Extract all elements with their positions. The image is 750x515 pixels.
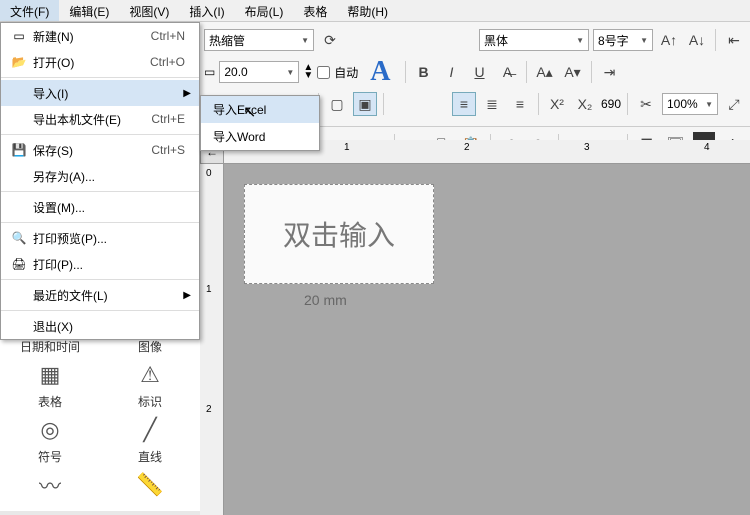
mi-settings[interactable]: 设置(M)... (1, 194, 199, 220)
mi-print[interactable]: 🖨 打印(P)... (1, 251, 199, 277)
mi-new[interactable]: ▭ 新建(N)Ctrl+N (1, 23, 199, 49)
import-submenu: 导入Excel 导入Word (200, 95, 320, 151)
mi-exit[interactable]: 退出(X) (1, 313, 199, 339)
mi-import-excel[interactable]: 导入Excel (201, 96, 319, 123)
menu-view[interactable]: 视图(V) (119, 0, 179, 21)
label-type-combo[interactable]: 热缩管▼ (204, 29, 314, 51)
auto-label: 自动 (334, 64, 358, 81)
zoom-combo[interactable]: 100%▼ (662, 93, 718, 115)
mi-recent[interactable]: 最近的文件(L)▶ (1, 282, 199, 308)
mi-save[interactable]: 💾 保存(S)Ctrl+S (1, 137, 199, 163)
superscript-icon[interactable]: X² (545, 92, 569, 116)
ruler-icon: 📏 (136, 471, 163, 499)
menu-file[interactable]: 文件(F) (0, 0, 59, 21)
file-menu-dropdown: ▭ 新建(N)Ctrl+N 📂 打开(O)Ctrl+O 导入(I)▶ 导出本机文… (0, 22, 200, 340)
tool-ruler[interactable]: 📏 (120, 471, 180, 499)
font-scale-up-icon[interactable]: A▴ (533, 60, 557, 84)
dimension-label: 20 mm (304, 292, 347, 308)
menu-edit[interactable]: 编辑(E) (59, 0, 119, 21)
print-preview-icon: 🔍 (9, 231, 29, 245)
underline-button[interactable]: U (468, 60, 492, 84)
tool-table[interactable]: ▦ 表格 (20, 361, 80, 410)
save-icon: 💾 (9, 143, 29, 157)
menubar: 文件(F) 编辑(E) 视图(V) 插入(I) 布局(L) 表格 帮助(H) (0, 0, 750, 22)
grid-icon: ▦ (40, 361, 61, 389)
size-field-icon: ▭ (204, 65, 215, 79)
font-size-combo[interactable]: 8号字▼ (593, 29, 653, 51)
indent-left-icon[interactable]: ⇤ (722, 28, 746, 52)
crop-icon[interactable]: ✂ (634, 92, 658, 116)
new-icon: ▭ (9, 29, 29, 43)
menu-layout[interactable]: 布局(L) (235, 0, 294, 21)
frame-outline-icon[interactable]: ▢ (325, 92, 349, 116)
menu-insert[interactable]: 插入(I) (179, 0, 234, 21)
cursor-icon: ↖ (243, 102, 256, 122)
size-input[interactable]: 20.0▼ (219, 61, 299, 83)
mi-print-preview[interactable]: 🔍 打印预览(P)... (1, 225, 199, 251)
refresh-icon[interactable]: ⟳ (318, 28, 342, 52)
font-scale-down-icon[interactable]: A▾ (561, 60, 585, 84)
indent-right-icon[interactable]: ⇥ (598, 60, 622, 84)
italic-button[interactable]: I (440, 60, 464, 84)
zoom-fit-icon[interactable]: ⤢ (722, 92, 746, 116)
auto-checkbox[interactable] (317, 66, 330, 79)
align-left-icon[interactable]: ≡ (452, 92, 476, 116)
menu-help[interactable]: 帮助(H) (337, 0, 398, 21)
tool-symbol[interactable]: ◎ 符号 (20, 416, 80, 465)
bold-button[interactable]: B (412, 60, 436, 84)
tool-wave[interactable]: 〰 (20, 471, 80, 499)
canvas[interactable]: 双击输入 20 mm (224, 164, 750, 515)
align-center-icon[interactable]: ≣ (480, 92, 504, 116)
tool-line[interactable]: ╱ 直线 (120, 416, 180, 465)
line-height-value: 690 (601, 97, 621, 111)
mi-import-word[interactable]: 导入Word (201, 123, 319, 150)
ruler-vertical: 0 1 2 (200, 164, 224, 515)
subscript-icon[interactable]: X₂ (573, 92, 597, 116)
font-grow-icon[interactable]: A↑ (657, 28, 681, 52)
mi-open[interactable]: 📂 打开(O)Ctrl+O (1, 49, 199, 75)
text-style-icon[interactable]: A (362, 56, 398, 88)
font-shrink-icon[interactable]: A↓ (685, 28, 709, 52)
chevron-right-icon: ▶ (183, 88, 191, 99)
mi-save-as[interactable]: 另存为(A)... (1, 163, 199, 189)
line-icon: ╱ (143, 416, 156, 444)
print-icon: 🖨 (9, 257, 29, 271)
label-text-object[interactable]: 双击输入 (244, 184, 434, 284)
chevron-right-icon: ▶ (183, 290, 191, 301)
frame-filled-icon[interactable]: ▣ (353, 92, 377, 116)
warning-icon: ⚠ (140, 361, 160, 389)
canvas-area: ← 0 1 2 3 4 0 1 2 双击输入 20 mm (200, 140, 750, 515)
spinner-icon[interactable]: ▲▼ (303, 64, 313, 80)
tool-marker[interactable]: ⚠ 标识 (120, 361, 180, 410)
mi-import[interactable]: 导入(I)▶ (1, 80, 199, 106)
mi-export-local[interactable]: 导出本机文件(E)Ctrl+E (1, 106, 199, 132)
font-combo[interactable]: 黑体▼ (479, 29, 589, 51)
align-right-icon[interactable]: ≡ (508, 92, 532, 116)
open-icon: 📂 (9, 55, 29, 69)
menu-table[interactable]: 表格 (293, 0, 337, 21)
strike-button[interactable]: A̶ (496, 60, 520, 84)
wave-icon: 〰 (39, 471, 61, 499)
spiral-icon: ◎ (40, 416, 59, 444)
